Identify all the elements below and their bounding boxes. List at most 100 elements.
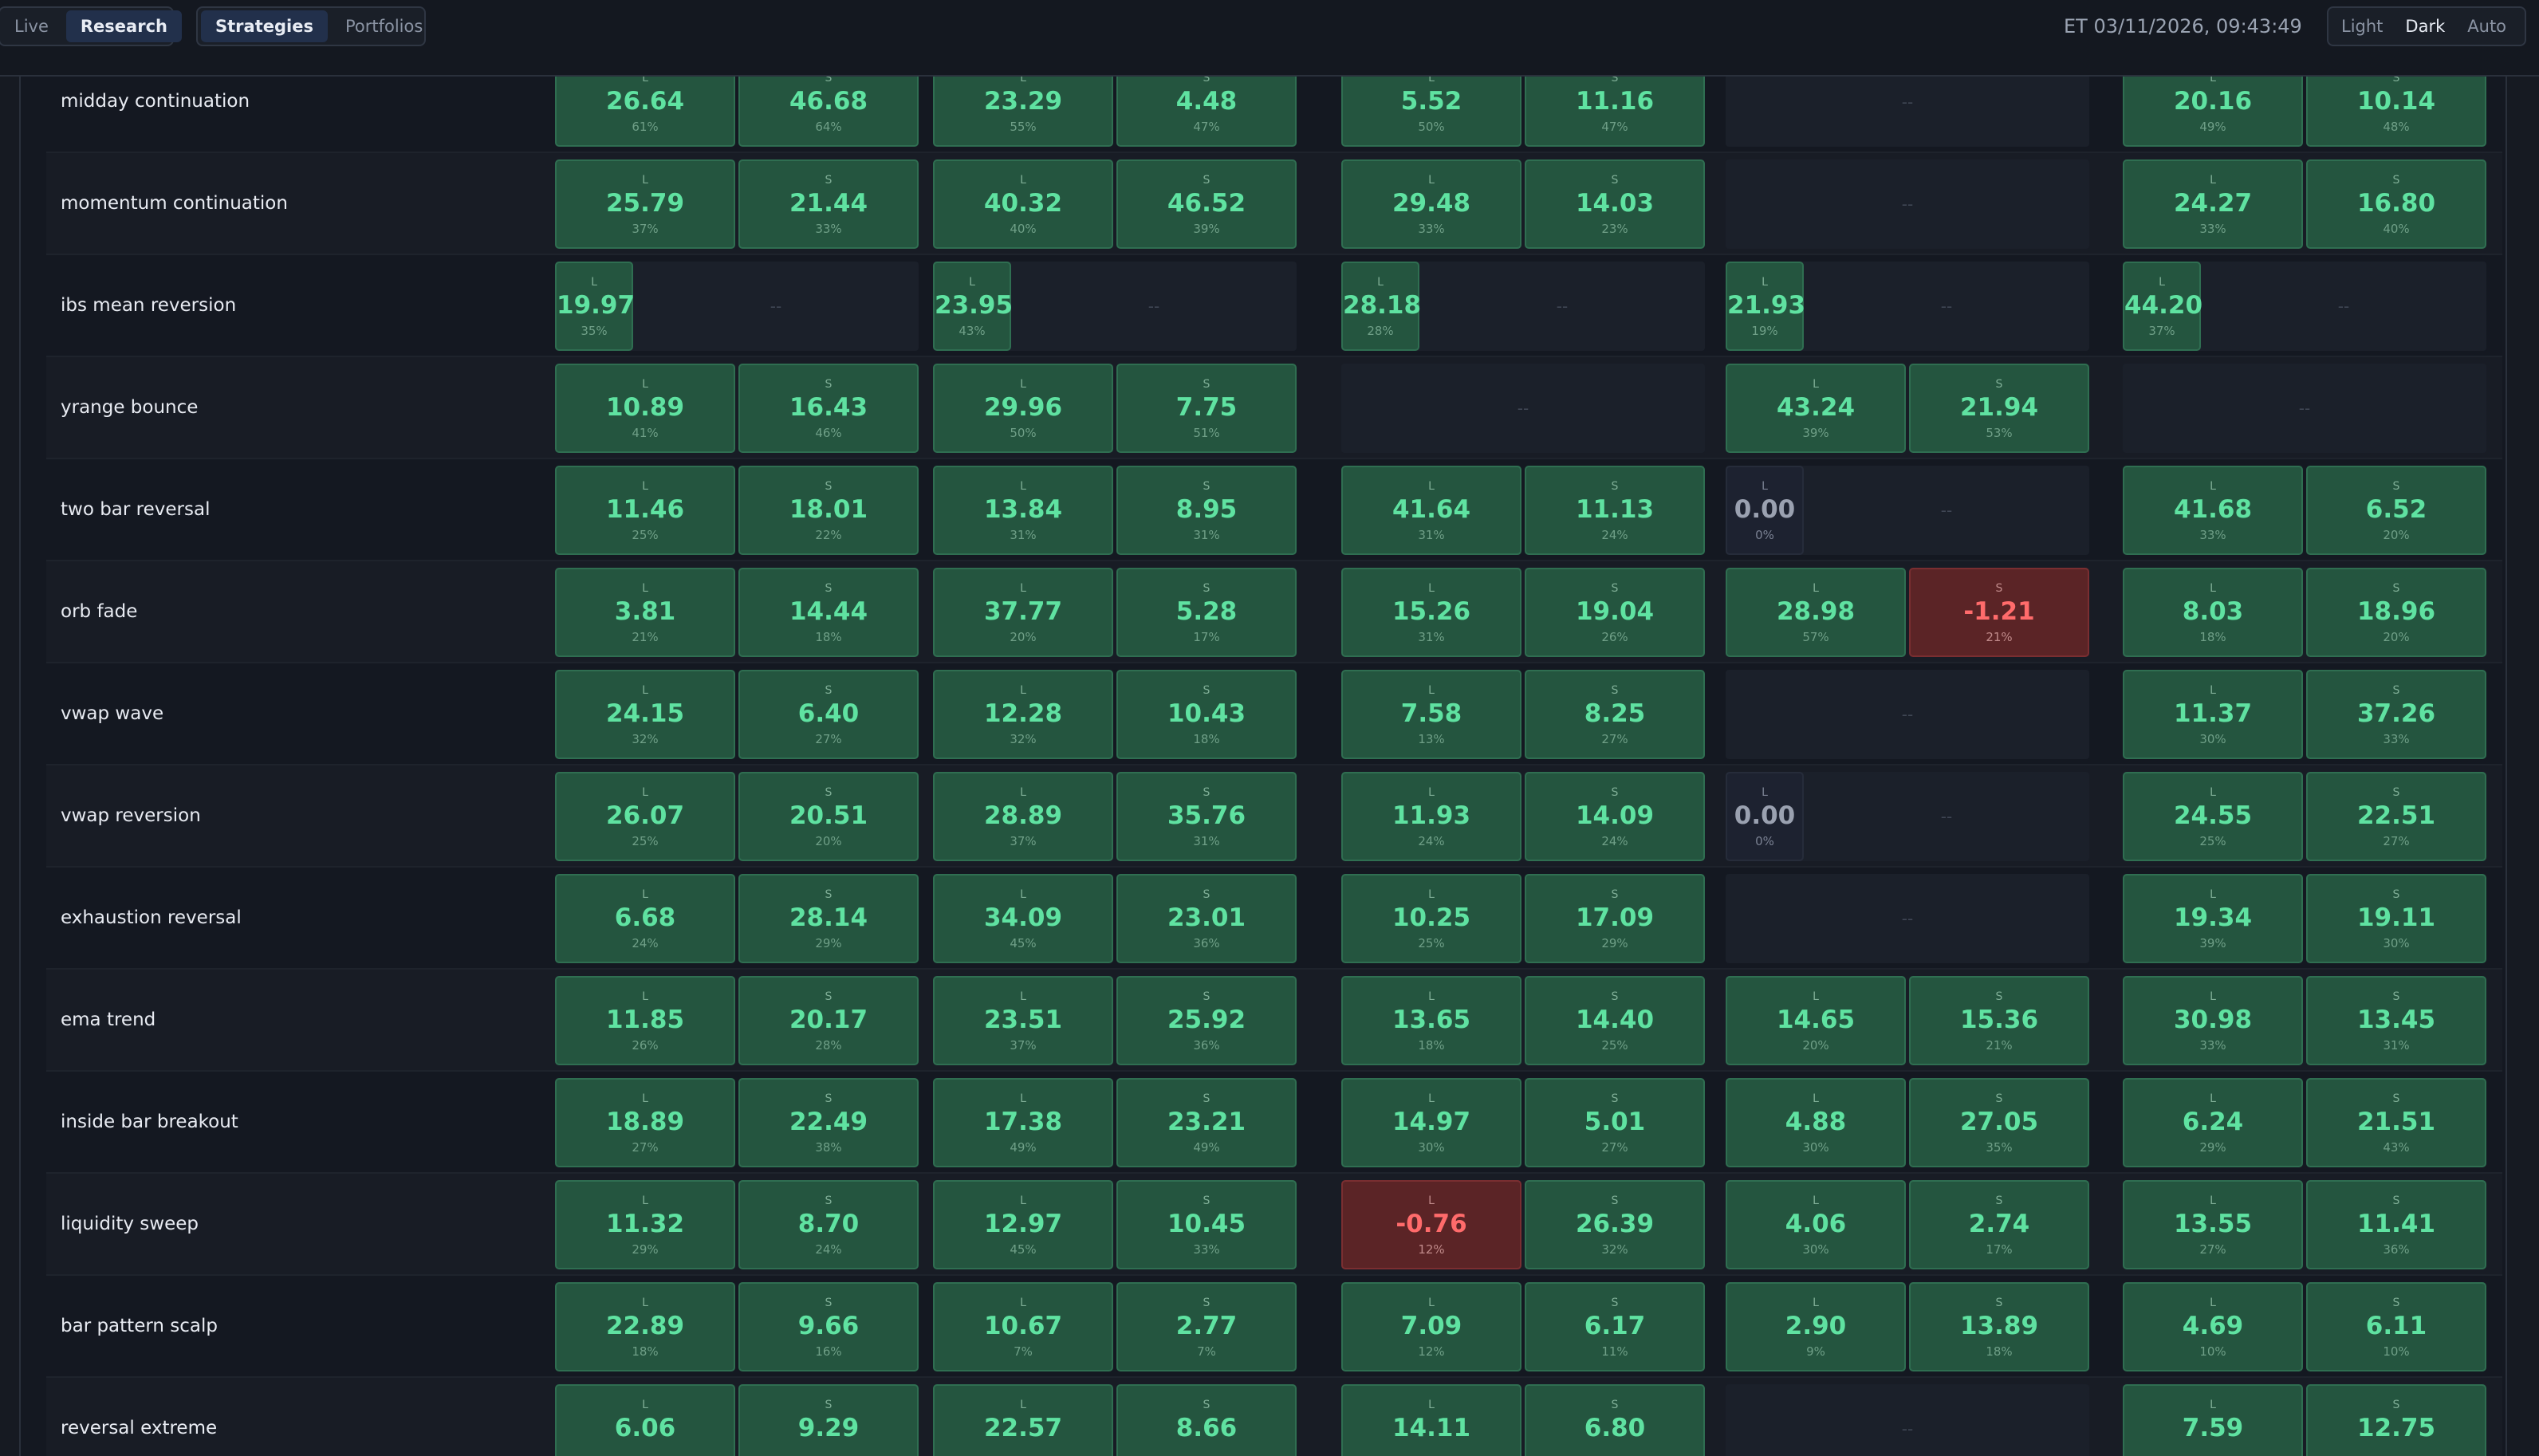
short-metric-cell[interactable]: S 8.25 27%	[1525, 670, 1705, 759]
strategy-row[interactable]: reversal extreme L 6.06 S 9.29 L 22.57 S 8.66 L 14…	[46, 1378, 2502, 1456]
short-metric-cell[interactable]: S 20.17 28%	[738, 976, 919, 1065]
long-metric-cell[interactable]: L 5.52 50%	[1341, 77, 1521, 147]
long-metric-cell[interactable]: L 10.89 41%	[555, 364, 735, 453]
strategy-row[interactable]: vwap wave L 24.15 32% S 6.40 27% L 12.28 32% S 10.4…	[46, 663, 2502, 765]
long-metric-cell[interactable]: L 2.90 9%	[1726, 1282, 1906, 1371]
short-metric-cell[interactable]: S 6.17 11%	[1525, 1282, 1705, 1371]
short-metric-cell[interactable]: S 46.52 39%	[1116, 159, 1297, 249]
long-metric-cell[interactable]: L 3.81 21%	[555, 568, 735, 657]
short-metric-cell[interactable]: S 28.14 29%	[738, 874, 919, 963]
long-metric-cell[interactable]: L 29.96 50%	[933, 364, 1113, 453]
long-metric-cell[interactable]: L 19.97 35%	[555, 262, 635, 351]
short-metric-cell[interactable]: S 9.29	[738, 1384, 919, 1456]
short-metric-cell[interactable]: S 19.11 30%	[2306, 874, 2486, 963]
theme-auto-option[interactable]: Auto	[2458, 10, 2516, 42]
short-metric-cell[interactable]: S -1.21 21%	[1909, 568, 2089, 657]
short-metric-cell[interactable]: S 10.45 33%	[1116, 1180, 1297, 1269]
strategy-row[interactable]: momentum continuation L 25.79 37% S 21.44 33% L…	[46, 153, 2502, 255]
long-metric-cell[interactable]: L 23.51 37%	[933, 976, 1113, 1065]
short-metric-cell[interactable]: S 6.52 20%	[2306, 466, 2486, 555]
long-metric-cell[interactable]: L 10.67 7%	[933, 1282, 1113, 1371]
long-metric-cell[interactable]: L 11.93 24%	[1341, 772, 1521, 861]
short-metric-cell[interactable]: S 14.40 25%	[1525, 976, 1705, 1065]
long-metric-cell[interactable]: L 6.24 29%	[2123, 1078, 2303, 1167]
long-metric-cell[interactable]: L 25.79 37%	[555, 159, 735, 249]
short-metric-cell[interactable]: S 11.13 24%	[1525, 466, 1705, 555]
long-metric-cell[interactable]: L 26.64 61%	[555, 77, 735, 147]
short-metric-cell[interactable]: S 6.40 27%	[738, 670, 919, 759]
short-metric-cell[interactable]: S 10.43 18%	[1116, 670, 1297, 759]
long-metric-cell[interactable]: L 29.48 33%	[1341, 159, 1521, 249]
tab-strategies[interactable]: Strategies	[201, 10, 328, 42]
short-metric-cell[interactable]: S 4.48 47%	[1116, 77, 1297, 147]
long-metric-cell[interactable]: L 11.46 25%	[555, 466, 735, 555]
theme-light-option[interactable]: Light	[2332, 10, 2392, 42]
long-metric-cell[interactable]: L 17.38 49%	[933, 1078, 1113, 1167]
long-metric-cell[interactable]: L 28.18 28%	[1341, 262, 1421, 351]
strategy-row[interactable]: two bar reversal L 11.46 25% S 18.01 22% L 13.84…	[46, 459, 2502, 561]
short-metric-cell[interactable]: S 26.39 32%	[1525, 1180, 1705, 1269]
strategy-row[interactable]: exhaustion reversal L 6.68 24% S 28.14 29% L 34.…	[46, 868, 2502, 970]
long-metric-cell[interactable]: L 12.97 45%	[933, 1180, 1113, 1269]
short-metric-cell[interactable]: S 21.94 53%	[1909, 364, 2089, 453]
long-metric-cell[interactable]: L 23.29 55%	[933, 77, 1113, 147]
long-metric-cell[interactable]: L 0.00 0%	[1726, 772, 1804, 861]
short-metric-cell[interactable]: S 8.95 31%	[1116, 466, 1297, 555]
short-metric-cell[interactable]: S 8.66	[1116, 1384, 1297, 1456]
long-metric-cell[interactable]: L 34.09 45%	[933, 874, 1113, 963]
strategy-row[interactable]: ibs mean reversion -- L 19.97 35% -- L 23.95 43%…	[46, 255, 2502, 357]
long-metric-cell[interactable]: L 7.58 13%	[1341, 670, 1521, 759]
tab-portfolios[interactable]: Portfolios	[331, 10, 437, 42]
long-metric-cell[interactable]: L 13.84 31%	[933, 466, 1113, 555]
long-metric-cell[interactable]: L 19.34 39%	[2123, 874, 2303, 963]
long-metric-cell[interactable]: L 30.98 33%	[2123, 976, 2303, 1065]
short-metric-cell[interactable]: S 21.51 43%	[2306, 1078, 2486, 1167]
short-metric-cell[interactable]: S 11.16 47%	[1525, 77, 1705, 147]
short-metric-cell[interactable]: S 19.04 26%	[1525, 568, 1705, 657]
long-metric-cell[interactable]: L 6.06	[555, 1384, 735, 1456]
long-metric-cell[interactable]: L 4.06 30%	[1726, 1180, 1906, 1269]
strategy-row[interactable]: vwap reversion L 26.07 25% S 20.51 20% L 28.89 37…	[46, 765, 2502, 868]
long-metric-cell[interactable]: L 41.68 33%	[2123, 466, 2303, 555]
short-metric-cell[interactable]: S 6.11 10%	[2306, 1282, 2486, 1371]
short-metric-cell[interactable]: S 9.66 16%	[738, 1282, 919, 1371]
short-metric-cell[interactable]: S 37.26 33%	[2306, 670, 2486, 759]
short-metric-cell[interactable]: S 16.80 40%	[2306, 159, 2486, 249]
strategy-row[interactable]: inside bar breakout L 18.89 27% S 22.49 38% L 17…	[46, 1072, 2502, 1174]
long-metric-cell[interactable]: L 20.16 49%	[2123, 77, 2303, 147]
short-metric-cell[interactable]: S 10.14 48%	[2306, 77, 2486, 147]
long-metric-cell[interactable]: L 13.65 18%	[1341, 976, 1521, 1065]
short-metric-cell[interactable]: S 14.03 23%	[1525, 159, 1705, 249]
long-metric-cell[interactable]: L 23.95 43%	[933, 262, 1013, 351]
long-metric-cell[interactable]: L 7.59	[2123, 1384, 2303, 1456]
long-metric-cell[interactable]: L 18.89 27%	[555, 1078, 735, 1167]
short-metric-cell[interactable]: S 5.28 17%	[1116, 568, 1297, 657]
strategy-row[interactable]: midday continuation L 26.64 61% S 46.68 64% L 23…	[46, 77, 2502, 153]
short-metric-cell[interactable]: S 2.77 7%	[1116, 1282, 1297, 1371]
short-metric-cell[interactable]: S 2.74 17%	[1909, 1180, 2089, 1269]
long-metric-cell[interactable]: L 37.77 20%	[933, 568, 1113, 657]
short-metric-cell[interactable]: S 22.51 27%	[2306, 772, 2486, 861]
short-metric-cell[interactable]: S 21.44 33%	[738, 159, 919, 249]
long-metric-cell[interactable]: L 14.97 30%	[1341, 1078, 1521, 1167]
long-metric-cell[interactable]: L 14.11	[1341, 1384, 1521, 1456]
long-metric-cell[interactable]: L 28.98 57%	[1726, 568, 1906, 657]
long-metric-cell[interactable]: L 24.27 33%	[2123, 159, 2303, 249]
short-metric-cell[interactable]: S 46.68 64%	[738, 77, 919, 147]
short-metric-cell[interactable]: S 8.70 24%	[738, 1180, 919, 1269]
short-metric-cell[interactable]: S 17.09 29%	[1525, 874, 1705, 963]
long-metric-cell[interactable]: L 7.09 12%	[1341, 1282, 1521, 1371]
short-metric-cell[interactable]: S 20.51 20%	[738, 772, 919, 861]
long-metric-cell[interactable]: L 24.55 25%	[2123, 772, 2303, 861]
short-metric-cell[interactable]: S 23.01 36%	[1116, 874, 1297, 963]
short-metric-cell[interactable]: S 16.43 46%	[738, 364, 919, 453]
long-metric-cell[interactable]: L 4.69 10%	[2123, 1282, 2303, 1371]
short-metric-cell[interactable]: S 11.41 36%	[2306, 1180, 2486, 1269]
short-metric-cell[interactable]: S 13.89 18%	[1909, 1282, 2089, 1371]
short-metric-cell[interactable]: S 7.75 51%	[1116, 364, 1297, 453]
long-metric-cell[interactable]: L 15.26 31%	[1341, 568, 1521, 657]
long-metric-cell[interactable]: L 12.28 32%	[933, 670, 1113, 759]
long-metric-cell[interactable]: L 40.32 40%	[933, 159, 1113, 249]
short-metric-cell[interactable]: S 35.76 31%	[1116, 772, 1297, 861]
long-metric-cell[interactable]: L 28.89 37%	[933, 772, 1113, 861]
